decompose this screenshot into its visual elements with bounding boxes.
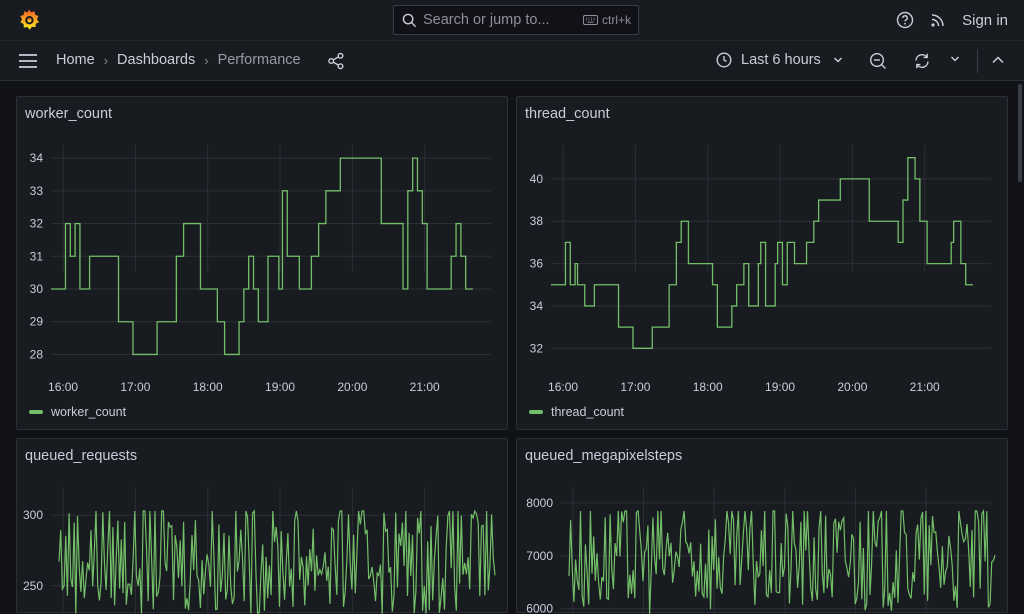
breadcrumb-current: Performance xyxy=(217,52,301,68)
search-shortcut: ctrl+k xyxy=(582,13,631,27)
y-tick-label: 34 xyxy=(30,151,44,165)
refresh-icon[interactable] xyxy=(913,52,931,70)
x-tick-label: 18:00 xyxy=(693,380,723,394)
breadcrumb-home[interactable]: Home xyxy=(56,52,95,68)
panel-queued-requests: queued_requests 250 300 xyxy=(16,438,508,614)
legend-swatch xyxy=(29,410,43,414)
menu-icon[interactable] xyxy=(18,53,38,69)
dashboard-nav-bar: Home › Dashboards › Performance Last 6 h… xyxy=(0,40,1024,81)
scrollbar[interactable] xyxy=(1018,84,1022,182)
clock-icon xyxy=(716,52,732,68)
y-tick-label: 8000 xyxy=(526,496,553,510)
series-line xyxy=(568,508,996,614)
search-shortcut-text: ctrl+k xyxy=(601,13,631,27)
y-tick-label: 32 xyxy=(30,217,44,231)
x-tick-label: 21:00 xyxy=(410,380,440,394)
x-tick-label: 18:00 xyxy=(193,380,223,394)
x-tick-label: 17:00 xyxy=(120,380,150,394)
y-tick-label: 32 xyxy=(530,341,544,355)
y-tick-label: 31 xyxy=(30,249,44,263)
chevron-right-icon: › xyxy=(103,52,109,68)
chevron-right-icon: › xyxy=(204,52,209,68)
divider xyxy=(977,49,978,73)
x-tick-label: 16:00 xyxy=(548,380,578,394)
panel-worker-count: worker_count 16:00 17:00 18:00 19:00 20:00 21… xyxy=(16,96,508,430)
legend-label: worker_count xyxy=(51,405,127,419)
refresh-interval-chevron-down-icon[interactable] xyxy=(950,55,960,63)
y-tick-label: 250 xyxy=(23,579,43,593)
series-line xyxy=(551,157,973,349)
keyboard-icon xyxy=(582,15,598,25)
legend-label: thread_count xyxy=(551,405,624,419)
breadcrumb-dashboards[interactable]: Dashboards xyxy=(117,52,195,68)
legend-swatch xyxy=(529,410,543,414)
grafana-logo-icon[interactable] xyxy=(17,8,41,32)
help-icon[interactable] xyxy=(896,11,914,29)
thread-count-chart: 16:00 17:00 18:00 19:00 20:00 21:00 32 34 36 38 40 xyxy=(530,145,991,394)
x-tick-label: 19:00 xyxy=(765,380,795,394)
queued-megapixelsteps-chart: 6000 7000 8000 xyxy=(526,487,996,614)
legend-item[interactable]: worker_count xyxy=(29,405,126,419)
x-tick-label: 19:00 xyxy=(265,380,295,394)
share-icon[interactable] xyxy=(327,52,345,70)
panel-queued-megapixelsteps: queued_megapixelsteps 6000 7000 8000 xyxy=(516,438,1008,614)
worker-count-chart: 16:00 17:00 18:00 19:00 20:00 21:00 28 29 30 31 32… xyxy=(30,145,491,394)
series-line xyxy=(58,509,496,614)
breadcrumb: Home › Dashboards › Performance xyxy=(56,52,301,68)
search-bar[interactable]: Search or jump to... ctrl+k xyxy=(393,5,639,35)
y-tick-label: 40 xyxy=(530,172,544,186)
y-tick-label: 38 xyxy=(530,214,544,228)
x-tick-label: 21:00 xyxy=(910,380,940,394)
x-tick-label: 20:00 xyxy=(337,380,367,394)
time-range-label: Last 6 hours xyxy=(741,52,821,68)
y-tick-label: 36 xyxy=(530,257,544,271)
y-tick-label: 28 xyxy=(30,347,44,361)
panel-thread-count: thread_count 16:00 17:00 18:00 19:00 20:00 21… xyxy=(516,96,1008,430)
search-icon xyxy=(402,13,417,28)
y-tick-label: 6000 xyxy=(526,602,553,614)
legend-item[interactable]: thread_count xyxy=(529,405,624,419)
x-tick-label: 20:00 xyxy=(837,380,867,394)
y-tick-label: 33 xyxy=(30,184,44,198)
sign-in-link[interactable]: Sign in xyxy=(962,12,1008,29)
y-tick-label: 300 xyxy=(23,508,43,522)
rss-news-icon[interactable] xyxy=(930,12,946,28)
y-tick-label: 30 xyxy=(30,282,44,296)
time-range-picker[interactable]: Last 6 hours xyxy=(716,52,843,68)
top-bar: Search or jump to... ctrl+k Sign in xyxy=(0,0,1024,40)
zoom-out-icon[interactable] xyxy=(869,52,887,70)
search-placeholder: Search or jump to... xyxy=(423,12,550,28)
x-tick-label: 17:00 xyxy=(620,380,650,394)
chevron-down-icon xyxy=(833,57,842,63)
y-tick-label: 7000 xyxy=(526,549,553,563)
chevron-up-icon[interactable] xyxy=(991,55,1005,65)
x-tick-label: 16:00 xyxy=(48,380,78,394)
y-tick-label: 29 xyxy=(30,315,44,329)
y-tick-label: 34 xyxy=(530,299,544,313)
queued-requests-chart: 250 300 xyxy=(23,487,496,614)
